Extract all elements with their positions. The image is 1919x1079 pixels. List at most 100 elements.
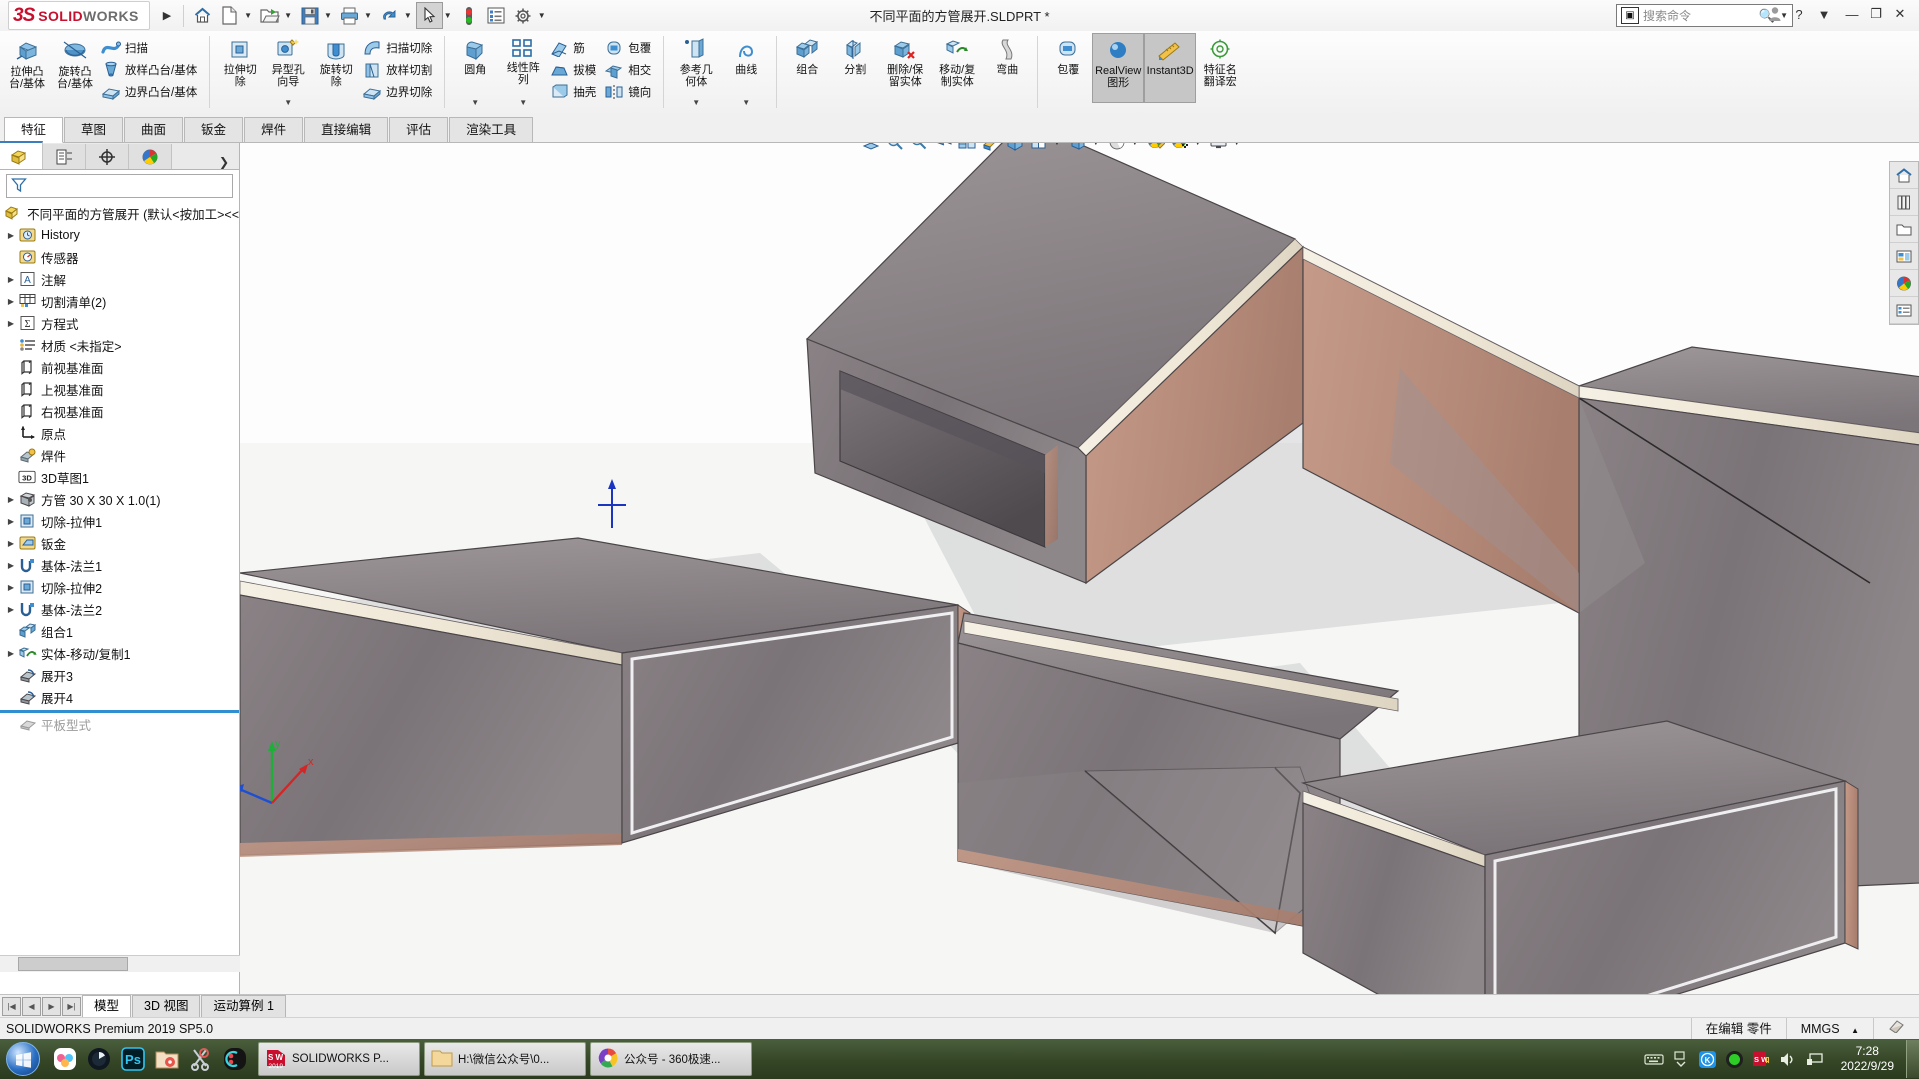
tree-node-11[interactable]: 3D 3D草图1: [0, 466, 239, 488]
boundary-cut-button[interactable]: 边界切除: [360, 81, 438, 103]
tree-node-4[interactable]: ▶ Σ 方程式: [0, 312, 239, 334]
graphics-viewport[interactable]: ▼ ▼ ▼: [240, 143, 1919, 994]
network-icon[interactable]: [1806, 1049, 1826, 1069]
tab-model[interactable]: 模型: [82, 995, 132, 1017]
tree-node-13[interactable]: ▶ 切除-拉伸1: [0, 510, 239, 532]
fillet-button[interactable]: 圆角 ▼: [451, 33, 499, 108]
windows-start-icon[interactable]: [0, 1040, 46, 1078]
tab-motion-study[interactable]: 运动算例 1: [201, 995, 286, 1017]
intersect-button[interactable]: 相交: [602, 59, 657, 81]
close-button[interactable]: ✕: [1889, 3, 1911, 25]
save-dropdown-icon[interactable]: ▼: [323, 11, 336, 20]
tree-node-9[interactable]: 原点: [0, 422, 239, 444]
tab-evaluate[interactable]: 评估: [389, 117, 449, 142]
menu-expand-arrow-icon[interactable]: ▶: [156, 9, 178, 22]
snip-tool-icon[interactable]: [186, 1044, 216, 1074]
tree-twisty-icon[interactable]: ▶: [4, 517, 18, 526]
library-icon[interactable]: [1890, 189, 1918, 216]
tree-twisty-icon[interactable]: ▶: [4, 275, 18, 284]
sw-alert-icon[interactable]: S W: [1752, 1049, 1772, 1069]
curves-button[interactable]: 曲线 ▼: [722, 33, 770, 108]
realview-graphics-button[interactable]: RealView 图形: [1092, 33, 1145, 103]
view-settings-dropdown-icon[interactable]: ▼: [1232, 143, 1245, 147]
reference-geometry-button[interactable]: 参考几 何体 ▼: [670, 33, 722, 108]
units-dropdown-icon[interactable]: ▲: [1851, 1026, 1859, 1035]
status-units[interactable]: MMGS ▲: [1785, 1018, 1873, 1040]
tree-node-18[interactable]: 组合1: [0, 620, 239, 642]
print-icon[interactable]: [336, 2, 363, 29]
zoom-in-out-icon[interactable]: [908, 143, 930, 153]
photoshop-icon[interactable]: Ps: [118, 1044, 148, 1074]
wrap-button[interactable]: 包覆: [602, 37, 657, 59]
first-tab-button[interactable]: |◀: [2, 996, 21, 1016]
tree-twisty-icon[interactable]: ▶: [4, 539, 18, 548]
task-solidworks[interactable]: S W 2019 SOLIDWORKS P...: [258, 1042, 420, 1076]
section-view-icon[interactable]: [956, 143, 978, 153]
tab-surfaces[interactable]: 曲面: [124, 117, 184, 142]
sweep-button[interactable]: 扫描: [99, 37, 203, 59]
rebuild-icon[interactable]: [456, 2, 483, 29]
select-dropdown-icon[interactable]: ▼: [443, 11, 456, 20]
display-manager-icon[interactable]: [129, 144, 172, 169]
volume-icon[interactable]: [1779, 1049, 1799, 1069]
layout-panel-icon[interactable]: [1890, 243, 1918, 270]
boundary-boss-button[interactable]: 边界凸台/基体: [99, 81, 203, 103]
task-browser[interactable]: 公众号 - 360极速...: [590, 1042, 752, 1076]
record-icon[interactable]: [1725, 1049, 1745, 1069]
tab-weldments[interactable]: 焊件: [244, 117, 304, 142]
tree-twisty-icon[interactable]: ▶: [4, 297, 18, 306]
tree-node-5[interactable]: 材质 <未指定>: [0, 334, 239, 356]
extrude-boss-button[interactable]: 拉伸凸 台/基体: [3, 33, 51, 108]
tree-node-21[interactable]: 展开4: [0, 686, 239, 708]
view-settings-icon[interactable]: [1208, 143, 1230, 153]
view-cube-icon[interactable]: [1004, 143, 1026, 153]
linear-pattern-dropdown-icon[interactable]: ▼: [519, 98, 527, 107]
revolve-boss-button[interactable]: 旋转凸 台/基体: [51, 33, 99, 108]
model-3d-view[interactable]: y z x: [240, 143, 1919, 994]
search-input[interactable]: 搜索命令: [1643, 7, 1759, 24]
tree-node-1[interactable]: 传感器: [0, 246, 239, 268]
maximize-button[interactable]: ❐: [1865, 3, 1887, 25]
eraser-icon[interactable]: [1873, 1018, 1919, 1040]
cloud-app-icon[interactable]: [50, 1044, 80, 1074]
help-dropdown-icon[interactable]: ▼: [1812, 3, 1839, 25]
tree-node-2[interactable]: ▶ A 注解: [0, 268, 239, 290]
combine-button[interactable]: 组合: [783, 33, 831, 108]
hscrollbar-thumb[interactable]: [18, 957, 128, 971]
feature-translate-macro-button[interactable]: 特征名 翻译宏: [1196, 33, 1244, 108]
gear-dropdown-icon[interactable]: ▼: [537, 11, 550, 20]
hide-show-dropdown-icon[interactable]: ▼: [1091, 143, 1104, 147]
tab-3d-views[interactable]: 3D 视图: [132, 995, 201, 1017]
select-cursor-icon[interactable]: [415, 2, 443, 29]
flex-button[interactable]: 弯曲: [983, 33, 1031, 108]
ok-app-icon[interactable]: [220, 1044, 250, 1074]
tree-node-6[interactable]: 前视基准面: [0, 356, 239, 378]
next-tab-button[interactable]: ▶: [42, 996, 61, 1016]
shell-button[interactable]: 抽壳: [547, 81, 602, 103]
feature-manager-expand-icon[interactable]: ❯: [209, 155, 239, 169]
prev-tab-button[interactable]: ◀: [22, 996, 41, 1016]
open-folder-icon[interactable]: [256, 2, 283, 29]
open-dropdown-icon[interactable]: ▼: [283, 11, 296, 20]
keyboard-icon[interactable]: [1644, 1049, 1664, 1069]
tree-node-16[interactable]: ▶ 切除-拉伸2: [0, 576, 239, 598]
feature-filter-box[interactable]: [6, 174, 233, 198]
tree-node-0[interactable]: ▶ History: [0, 224, 239, 246]
tree-node-7[interactable]: 上视基准面: [0, 378, 239, 400]
last-tab-button[interactable]: ▶|: [62, 996, 81, 1016]
folder-app-icon[interactable]: [152, 1044, 182, 1074]
extrude-cut-button[interactable]: 拉伸切除: [216, 33, 264, 108]
gear-icon[interactable]: [510, 2, 537, 29]
move-copy-body-button[interactable]: 移动/复 制实体: [931, 33, 983, 108]
wrap2-button[interactable]: 包覆: [1044, 33, 1092, 108]
delete-keep-body-button[interactable]: 删除/保 留实体: [879, 33, 931, 108]
mirror-button[interactable]: 镜向: [602, 81, 657, 103]
tree-node-3[interactable]: ▶ 切割清单(2): [0, 290, 239, 312]
tab-direct-editing[interactable]: 直接编辑: [304, 117, 389, 142]
zoom-to-fit-icon[interactable]: [860, 143, 882, 153]
home-icon[interactable]: [189, 2, 216, 29]
linear-pattern-button[interactable]: 线性阵列 ▼: [499, 33, 547, 108]
appearances-panel-icon[interactable]: [1890, 270, 1918, 297]
loft-cut-button[interactable]: 放样切割: [360, 59, 438, 81]
tree-twisty-icon[interactable]: ▶: [4, 319, 18, 328]
